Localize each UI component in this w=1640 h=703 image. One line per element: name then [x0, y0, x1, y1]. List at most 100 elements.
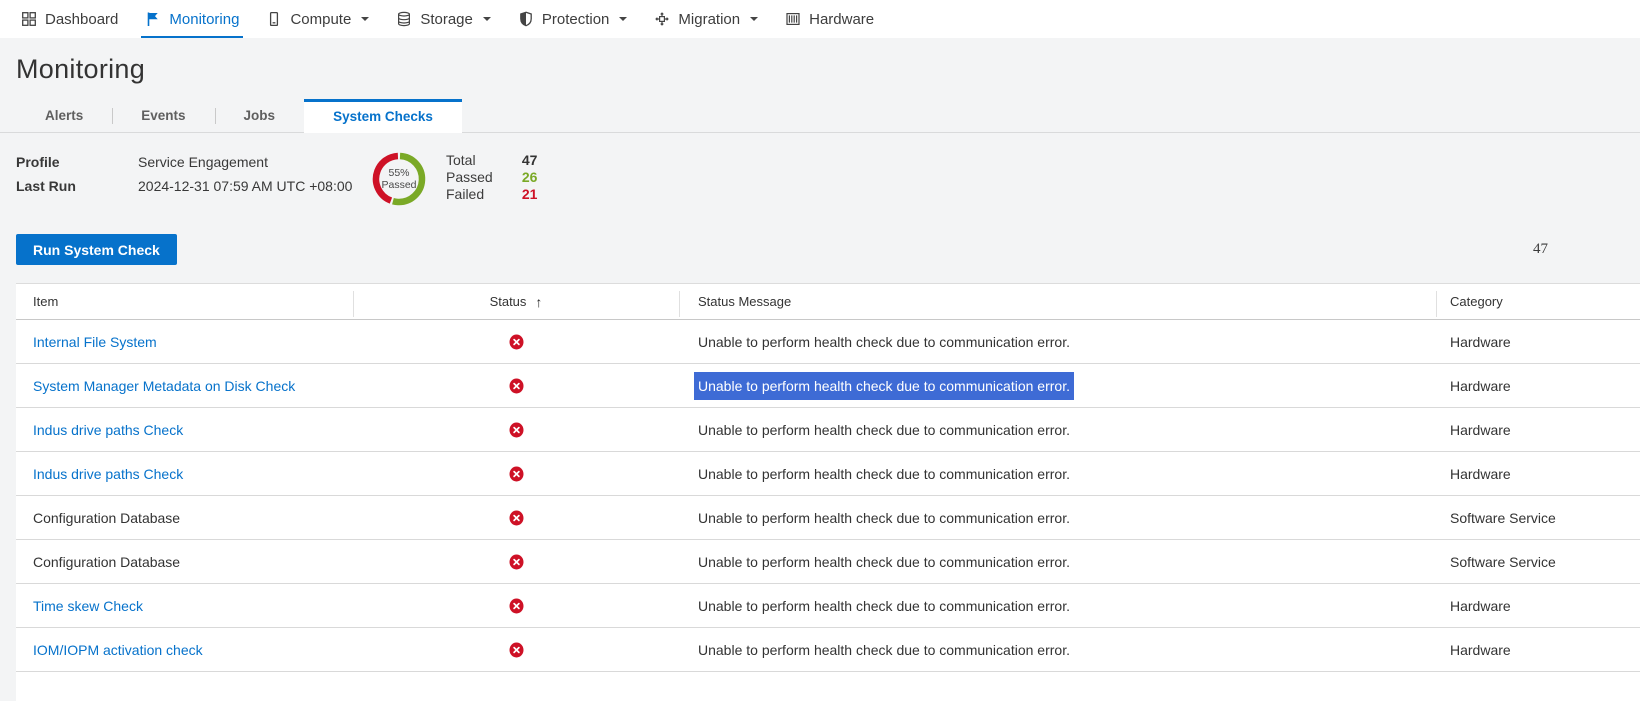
tab-alerts[interactable]: Alerts	[16, 99, 112, 132]
tab-bar: Alerts Events Jobs System Checks	[0, 99, 1640, 133]
app-window: Dashboard Monitoring Compute Storage Pro…	[0, 0, 1640, 703]
category-cell: Hardware	[1436, 334, 1640, 350]
last-run-value: 2024-12-31 07:59 AM UTC +08:00	[138, 178, 353, 194]
column-header-status-message[interactable]: Status Message	[679, 284, 1436, 319]
status-cell	[353, 466, 679, 482]
category-cell: Software Service	[1436, 510, 1640, 526]
column-header-status[interactable]: Status ↑	[353, 284, 679, 319]
table-row[interactable]: Configuration Database Unable to perform…	[16, 540, 1640, 584]
status-message-text: Unable to perform health check due to co…	[698, 553, 1070, 570]
legend-row-passed: Passed 26	[446, 169, 537, 186]
status-message-cell: Unable to perform health check due to co…	[679, 640, 1436, 660]
category-cell: Hardware	[1436, 378, 1640, 394]
nav-item-dashboard[interactable]: Dashboard	[20, 0, 119, 38]
category-cell-text: Software Service	[1450, 509, 1556, 526]
category-cell-text: Hardware	[1450, 421, 1511, 438]
column-header-item[interactable]: Item	[16, 284, 353, 319]
status-message-text: Unable to perform health check due to co…	[698, 597, 1070, 614]
item-cell-text[interactable]: Indus drive paths Check	[33, 466, 183, 482]
legend-passed-value: 26	[521, 169, 538, 185]
table-row[interactable]: Internal File System Unable to perform h…	[16, 320, 1640, 364]
legend-row-total: Total 47	[446, 152, 537, 169]
table-row[interactable]: Configuration Database Unable to perform…	[16, 496, 1640, 540]
page-title: Monitoring	[16, 54, 146, 84]
status-message-cell: Unable to perform health check due to co…	[679, 596, 1436, 616]
item-cell-text[interactable]: Time skew Check	[33, 598, 143, 614]
item-cell: System Manager Metadata on Disk Check	[16, 378, 353, 394]
run-system-check-button[interactable]: Run System Check	[16, 234, 177, 265]
status-message-cell: Unable to perform health check due to co…	[679, 371, 1436, 400]
category-cell-text: Hardware	[1450, 465, 1511, 482]
status-failed-icon	[509, 422, 524, 438]
tab-jobs[interactable]: Jobs	[214, 99, 305, 132]
table-row[interactable]: Indus drive paths Check Unable to perfor…	[16, 408, 1640, 452]
status-message-text: Unable to perform health check due to co…	[698, 509, 1070, 526]
item-cell-text[interactable]: System Manager Metadata on Disk Check	[33, 378, 295, 394]
status-cell	[353, 554, 679, 570]
category-cell-text: Hardware	[1450, 597, 1511, 614]
status-failed-icon	[509, 642, 524, 658]
shield-icon	[518, 11, 534, 27]
table-row[interactable]: Time skew Check Unable to perform health…	[16, 584, 1640, 628]
top-navigation: Dashboard Monitoring Compute Storage Pro…	[0, 0, 1640, 38]
table-row[interactable]: System Manager Metadata on Disk Check Un…	[16, 364, 1640, 408]
status-failed-icon	[509, 510, 524, 526]
legend-passed-label: Passed	[446, 169, 493, 185]
item-cell: Internal File System	[16, 334, 353, 350]
flag-icon	[145, 11, 161, 27]
tab-system-checks[interactable]: System Checks	[304, 99, 462, 133]
summary-values: Service Engagement 2024-12-31 07:59 AM U…	[138, 150, 372, 198]
category-cell: Hardware	[1436, 422, 1640, 438]
status-message-text: Unable to perform health check due to co…	[698, 421, 1070, 438]
nav-label: Compute	[290, 10, 352, 28]
item-cell-text[interactable]: Internal File System	[33, 334, 157, 350]
category-cell: Software Service	[1436, 554, 1640, 570]
nav-item-monitoring[interactable]: Monitoring	[141, 0, 244, 38]
dashboard-icon	[21, 11, 37, 27]
status-failed-icon	[509, 554, 524, 570]
chevron-down-icon	[619, 17, 628, 21]
table-row[interactable]: Indus drive paths Check Unable to perfor…	[16, 452, 1640, 496]
table-row[interactable]: IOM/IOPM activation check Unable to perf…	[16, 628, 1640, 672]
status-cell	[353, 378, 679, 394]
chevron-down-icon	[482, 17, 491, 21]
nav-item-protection[interactable]: Protection	[517, 0, 629, 38]
category-cell: Hardware	[1436, 642, 1640, 658]
item-cell: Configuration Database	[16, 554, 353, 570]
hardware-chassis-icon	[785, 11, 801, 27]
table-body: Internal File System Unable to perform h…	[16, 320, 1640, 672]
status-cell	[353, 510, 679, 526]
summary-labels: Profile Last Run	[16, 150, 138, 198]
nav-label: Dashboard	[45, 10, 119, 28]
item-cell: Indus drive paths Check	[16, 422, 353, 438]
storage-disks-icon	[396, 11, 412, 27]
donut-center-label: 55% Passed	[372, 152, 426, 206]
page-content: Monitoring Alerts Events Jobs System Che…	[0, 38, 1640, 703]
column-header-category[interactable]: Category	[1436, 284, 1640, 319]
nav-item-storage[interactable]: Storage	[395, 0, 492, 38]
tab-events[interactable]: Events	[112, 99, 214, 132]
nav-label: Protection	[541, 10, 610, 28]
category-cell-text: Hardware	[1450, 377, 1511, 394]
nav-label: Migration	[678, 10, 741, 28]
result-count: 47	[1533, 241, 1548, 257]
item-cell: IOM/IOPM activation check	[16, 642, 353, 658]
item-cell-text: Configuration Database	[33, 553, 181, 570]
chevron-down-icon	[750, 17, 759, 21]
nav-item-compute[interactable]: Compute	[265, 0, 370, 38]
donut-passed-text: Passed	[381, 179, 417, 191]
status-cell	[353, 642, 679, 658]
status-message-text: Unable to perform health check due to co…	[698, 465, 1070, 482]
category-cell-text: Software Service	[1450, 553, 1556, 570]
item-cell-text[interactable]: IOM/IOPM activation check	[33, 642, 203, 658]
legend-row-failed: Failed 21	[446, 186, 537, 203]
category-cell: Hardware	[1436, 466, 1640, 482]
nav-item-hardware[interactable]: Hardware	[784, 0, 875, 38]
status-message-text: Unable to perform health check due to co…	[694, 371, 1074, 400]
status-message-text: Unable to perform health check due to co…	[698, 641, 1070, 658]
item-cell: Time skew Check	[16, 598, 353, 614]
nav-item-migration[interactable]: Migration	[653, 0, 759, 38]
item-cell-text[interactable]: Indus drive paths Check	[33, 422, 183, 438]
table-toolbar: Run System Check 47	[16, 234, 1624, 265]
status-cell	[353, 334, 679, 350]
